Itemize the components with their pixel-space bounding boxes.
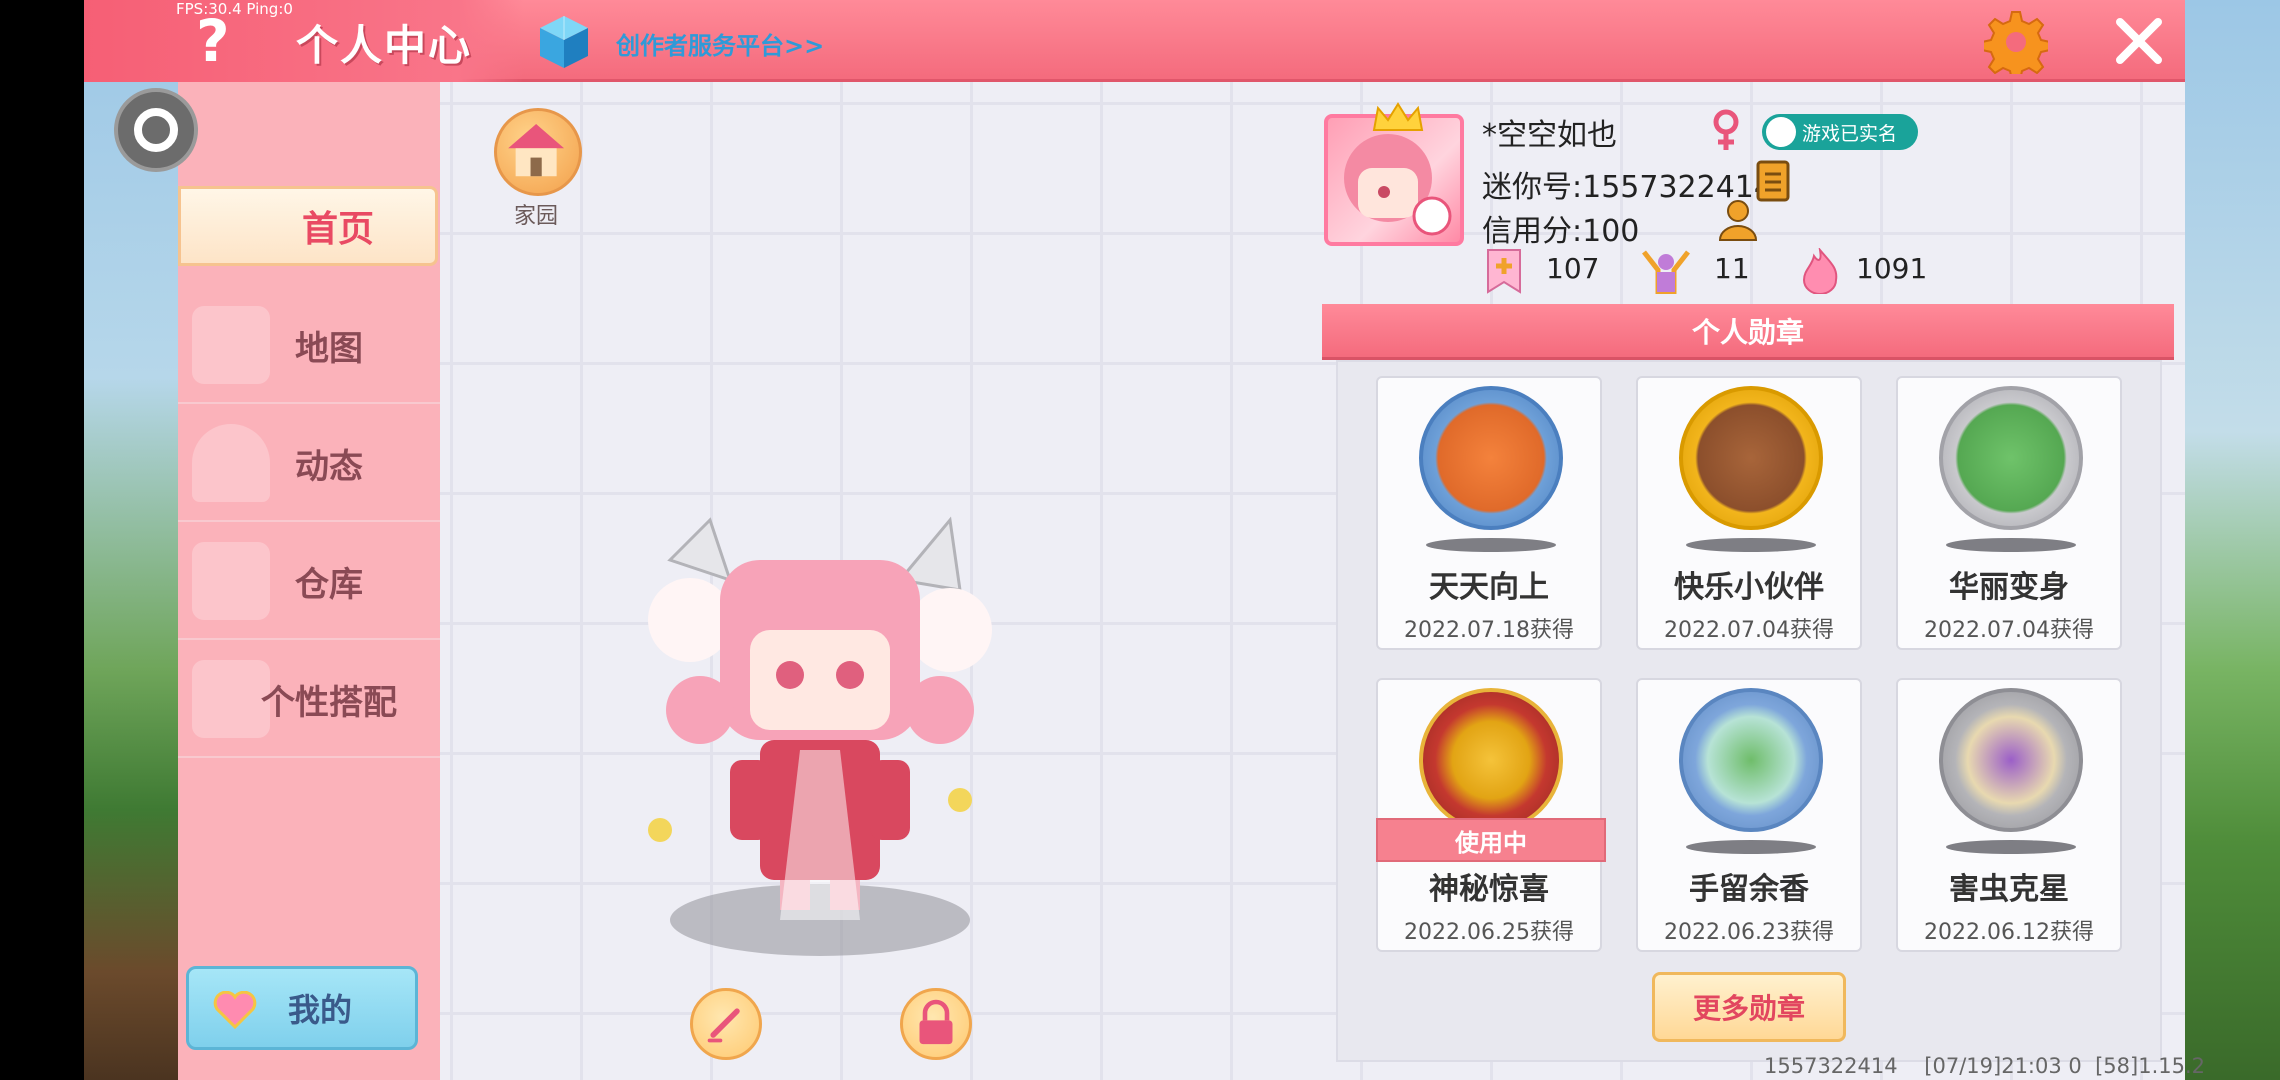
sidebar-item-label: 个性搭配 <box>261 682 397 723</box>
verified-badge: 游戏已实名 <box>1762 114 1918 150</box>
medal-date: 2022.06.12获得 <box>1924 920 2094 945</box>
lock-icon <box>919 999 953 1045</box>
sidebar-item-map[interactable]: 地图 <box>178 288 440 404</box>
medal-name: 神秘惊喜 <box>1429 872 1549 907</box>
medal-badge-icon <box>1419 688 1563 832</box>
warehouse-icon <box>192 542 270 620</box>
medal-date: 2022.07.04获得 <box>1924 618 2094 643</box>
flame-icon <box>1802 248 1838 294</box>
medal-shadow <box>1946 538 2076 552</box>
copy-icon[interactable] <box>1756 158 1794 202</box>
medal-name: 华丽变身 <box>1949 570 2069 605</box>
medal-date: 2022.06.25获得 <box>1404 920 1574 945</box>
sidebar-item-label: 地图 <box>295 328 363 369</box>
heart-icon <box>213 991 257 1029</box>
stat-value: 1091 <box>1856 252 1928 285</box>
medal-badge-icon <box>1419 386 1563 530</box>
medal-card[interactable]: 害虫克星 2022.06.12获得 <box>1896 678 2122 952</box>
female-icon <box>1713 109 1739 150</box>
sidebar-item-label: 仓库 <box>295 564 363 605</box>
verified-badge-label: 游戏已实名 <box>1802 122 1898 145</box>
medal-badge-icon <box>1679 688 1823 832</box>
medal-date: 2022.06.23获得 <box>1664 920 1834 945</box>
page-title: 个人中心 <box>296 21 473 70</box>
my-button-label: 我的 <box>287 991 352 1029</box>
cube-icon[interactable] <box>538 14 590 70</box>
medal-date: 2022.07.04获得 <box>1664 618 1834 643</box>
credit-score: 信用分:100 <box>1482 214 1640 249</box>
build-info: 1557322414 [07/19]21:03 0 [58]1.15.2 <box>1764 1054 2206 1078</box>
sidebar-item-feed[interactable]: 动态 <box>178 406 440 522</box>
medal-badge-icon <box>1939 386 2083 530</box>
medal-shadow <box>1946 840 2076 854</box>
stat-value: 107 <box>1546 252 1600 285</box>
medal-card[interactable]: 快乐小伙伴 2022.07.04获得 <box>1636 376 1862 650</box>
medal-name: 手留余香 <box>1689 872 1809 907</box>
medal-shadow <box>1686 538 1816 552</box>
crown-icon <box>1372 102 1424 131</box>
in-use-tag: 使用中 <box>1376 818 1606 862</box>
pencil-icon <box>707 1008 740 1043</box>
medal-shadow <box>1686 840 1816 854</box>
cheer-person-icon <box>1642 250 1690 294</box>
bookmark-plus-icon <box>1487 249 1521 294</box>
house-icon <box>508 124 565 177</box>
stat-value: 11 <box>1714 252 1750 285</box>
sidebar-item-label: 动态 <box>295 446 363 487</box>
sidebar-item-label: 首页 <box>301 209 374 250</box>
nickname: *空空如也 <box>1482 118 1617 153</box>
lock-button[interactable] <box>900 988 972 1060</box>
sidebar-item-outfit[interactable]: 个性搭配 <box>178 642 440 758</box>
my-button[interactable]: 我的 <box>186 966 418 1050</box>
medal-name: 天天向上 <box>1429 570 1549 605</box>
person-icon[interactable] <box>1716 198 1760 242</box>
avatar[interactable] <box>1324 114 1464 246</box>
outfit-icon <box>192 660 270 738</box>
character-model[interactable] <box>630 500 1010 970</box>
verified-person-icon <box>1766 117 1796 147</box>
record-button[interactable] <box>114 88 198 172</box>
edit-button[interactable] <box>690 988 762 1060</box>
medal-date: 2022.07.18获得 <box>1404 618 1574 643</box>
avatar-portrait <box>1344 134 1452 236</box>
medal-card[interactable]: 天天向上 2022.07.18获得 <box>1376 376 1602 650</box>
home-label: 家园 <box>514 204 559 229</box>
sidebar-item-warehouse[interactable]: 仓库 <box>178 524 440 640</box>
gear-icon[interactable] <box>1984 10 2048 74</box>
medal-name: 害虫克星 <box>1949 872 2069 907</box>
more-medals-button[interactable]: 更多勋章 <box>1652 972 1846 1042</box>
creator-platform-link[interactable]: 创作者服务平台>> <box>616 26 824 61</box>
bell-icon <box>192 424 270 502</box>
map-icon <box>192 306 270 384</box>
medal-card[interactable]: 手留余香 2022.06.23获得 <box>1636 678 1862 952</box>
medal-card[interactable]: 华丽变身 2022.07.04获得 <box>1896 376 2122 650</box>
medal-section-title: 个人勋章 <box>1322 304 2174 360</box>
game-background-right <box>2185 0 2280 1080</box>
medal-name: 快乐小伙伴 <box>1674 570 1824 605</box>
medal-badge-icon <box>1939 688 2083 832</box>
sidebar-item-home[interactable]: 首页 <box>178 186 438 266</box>
medal-shadow <box>1426 538 1556 552</box>
fps-readout: FPS:30.4 Ping:0 <box>176 0 293 18</box>
medal-badge-icon <box>1679 386 1823 530</box>
close-icon[interactable] <box>2112 14 2166 68</box>
medal-card[interactable]: 使用中 神秘惊喜 2022.06.25获得 <box>1376 678 1606 952</box>
home-icon[interactable] <box>494 108 582 196</box>
